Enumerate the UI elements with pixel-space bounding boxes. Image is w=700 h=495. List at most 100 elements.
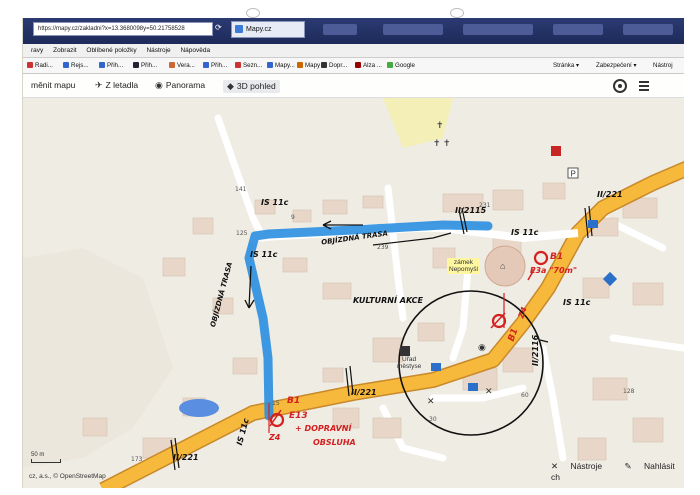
favorite-item[interactable]: Dopr... xyxy=(329,62,347,69)
shop-icon xyxy=(551,146,561,156)
favorite-item[interactable]: Přih... xyxy=(141,62,157,69)
toolbar-icon xyxy=(323,24,357,35)
building xyxy=(322,199,348,215)
menu-item-view[interactable]: Zobrazit xyxy=(53,47,76,54)
address-icons[interactable]: ⟳ xyxy=(215,23,222,32)
map-toolbar: měnit mapu ✈ Z letadla ◉ Panorama ◆ 3D pohl… xyxy=(23,74,684,98)
favorite-item[interactable]: Mapy xyxy=(305,62,320,69)
tools-menu[interactable]: Nástroj xyxy=(653,58,673,74)
sign-is11c-right-b: IS 11c xyxy=(563,298,591,307)
hamburger-menu-icon[interactable] xyxy=(639,81,649,91)
favorite-item[interactable]: Radi... xyxy=(35,62,53,69)
menu-item-edit[interactable]: ravy xyxy=(31,47,43,54)
favorite-icon xyxy=(297,62,303,68)
address-bar[interactable]: https://mapy.cz/zakladni?x=13.3680098y=5… xyxy=(33,22,213,36)
scale-label: 50 m xyxy=(31,452,45,458)
toolbar-icon xyxy=(383,24,443,35)
building xyxy=(162,257,186,277)
culture-event-label: KULTURNÍ AKCE xyxy=(353,296,423,305)
page-menu[interactable]: Stránka ▾ xyxy=(553,58,579,74)
change-map-button[interactable]: měnit mapu xyxy=(31,80,75,90)
road-label-right: II/221 xyxy=(597,190,623,199)
chateau-icon: ⌂ xyxy=(500,261,505,271)
favorite-item[interactable]: Přih... xyxy=(211,62,227,69)
favorite-icon xyxy=(235,62,241,68)
bus-stop-icon xyxy=(588,220,598,228)
building xyxy=(417,322,445,342)
e13-label: E13 xyxy=(289,411,308,421)
airplane-icon: ✈ xyxy=(95,80,103,90)
building xyxy=(592,377,628,401)
punch-hole xyxy=(246,8,260,18)
google-icon xyxy=(387,62,393,68)
house-number: 60 xyxy=(521,392,529,399)
favorites-bar: Radi... Rejs... Přih... Přih... Vera... … xyxy=(23,58,684,74)
favorite-item[interactable]: Přih... xyxy=(107,62,123,69)
cemetery-cross-icon: ✝ ✝ xyxy=(433,138,451,148)
building xyxy=(292,209,312,223)
map-canvas[interactable]: P ✝ ✝ ✝ ✕ ✕ ◉ ⌂ 141 125 9 239 231 15 60 … xyxy=(23,98,684,488)
building xyxy=(372,417,402,439)
building xyxy=(82,417,108,437)
z4-label-left: Z4 xyxy=(269,433,281,442)
tools-button[interactable]: ✕ Nástroje xyxy=(551,461,612,471)
menu-bar: ravy Zobrazit Oblíbené položky Nástroje … xyxy=(23,44,684,58)
building xyxy=(232,357,258,375)
e3a-label: E3a "70m" xyxy=(530,266,578,275)
favorite-item[interactable]: Sezn... xyxy=(243,62,262,69)
menu-item-tools[interactable]: Nástroje xyxy=(146,47,170,54)
map-copyright[interactable]: cz, a.s., © OpenStreetMap xyxy=(29,473,106,480)
eye-icon: ◉ xyxy=(155,80,163,90)
map-bottom-tools: ✕ Nástroje ✎ Nahlásit ch xyxy=(551,461,684,482)
house-number: 15 xyxy=(272,400,280,407)
cube-icon: ◆ xyxy=(227,81,234,91)
toolbar-icon xyxy=(463,24,533,35)
house-number: 173 xyxy=(131,456,143,463)
building xyxy=(192,217,214,235)
b1-label-left: B1 xyxy=(287,396,301,406)
panorama-button[interactable]: ◉ Panorama xyxy=(155,80,205,91)
sign-is11c-top: IS 11c xyxy=(261,198,289,207)
favorite-item[interactable]: Mapy... xyxy=(275,62,295,69)
favorite-item[interactable]: Vera... xyxy=(177,62,195,69)
pencil-icon: ✎ xyxy=(624,461,634,471)
menu-item-favorites[interactable]: Oblíbené položky xyxy=(86,47,136,54)
house-number: 239 xyxy=(377,244,389,251)
aerial-button[interactable]: ✈ Z letadla xyxy=(95,80,138,91)
favorite-icon xyxy=(203,62,209,68)
favorite-icon xyxy=(321,62,327,68)
punch-hole xyxy=(450,8,464,18)
favorite-icon xyxy=(99,62,105,68)
bus-stop-icon xyxy=(468,383,478,391)
parking-icon-letter: P xyxy=(571,170,576,179)
favorite-icon xyxy=(355,62,361,68)
house-number: 128 xyxy=(623,388,635,395)
chateau-label-line1: zámek xyxy=(453,259,474,266)
menu-item-help[interactable]: Nápověda xyxy=(180,47,210,54)
building xyxy=(632,282,664,306)
building xyxy=(492,189,524,211)
bus-stop-icon xyxy=(431,363,441,371)
scale-bar xyxy=(31,459,61,463)
office-icon xyxy=(400,346,410,356)
crossed-tools-icon: ✕ xyxy=(485,386,493,396)
aerial-label: Z letadla xyxy=(105,80,139,90)
favorite-icon xyxy=(169,62,175,68)
3d-view-button[interactable]: ◆ 3D pohled xyxy=(223,80,280,93)
security-menu[interactable]: Zabezpečení ▾ xyxy=(596,58,637,74)
favorite-item[interactable]: Google xyxy=(395,62,415,69)
favorite-item[interactable]: Rejs... xyxy=(71,62,89,69)
favorite-icon xyxy=(133,62,139,68)
building xyxy=(322,367,344,383)
town-office-line1: Úřad xyxy=(402,356,417,363)
town-office-line2: městyse xyxy=(397,363,422,370)
town-office-label: Úřad městyse xyxy=(397,356,421,370)
browser-tab-mapy[interactable]: Mapy.cz xyxy=(231,21,305,38)
favorite-item[interactable]: Alza ... xyxy=(363,62,382,69)
house-number: 30 xyxy=(429,416,437,423)
castle-icon: ◉ xyxy=(478,342,486,352)
sign-is11c-right: IS 11c xyxy=(511,228,539,237)
tab-label: Mapy.cz xyxy=(246,26,272,33)
locate-me-icon[interactable] xyxy=(613,79,627,93)
service-traffic-label-2: OBSLUHA xyxy=(313,438,356,447)
